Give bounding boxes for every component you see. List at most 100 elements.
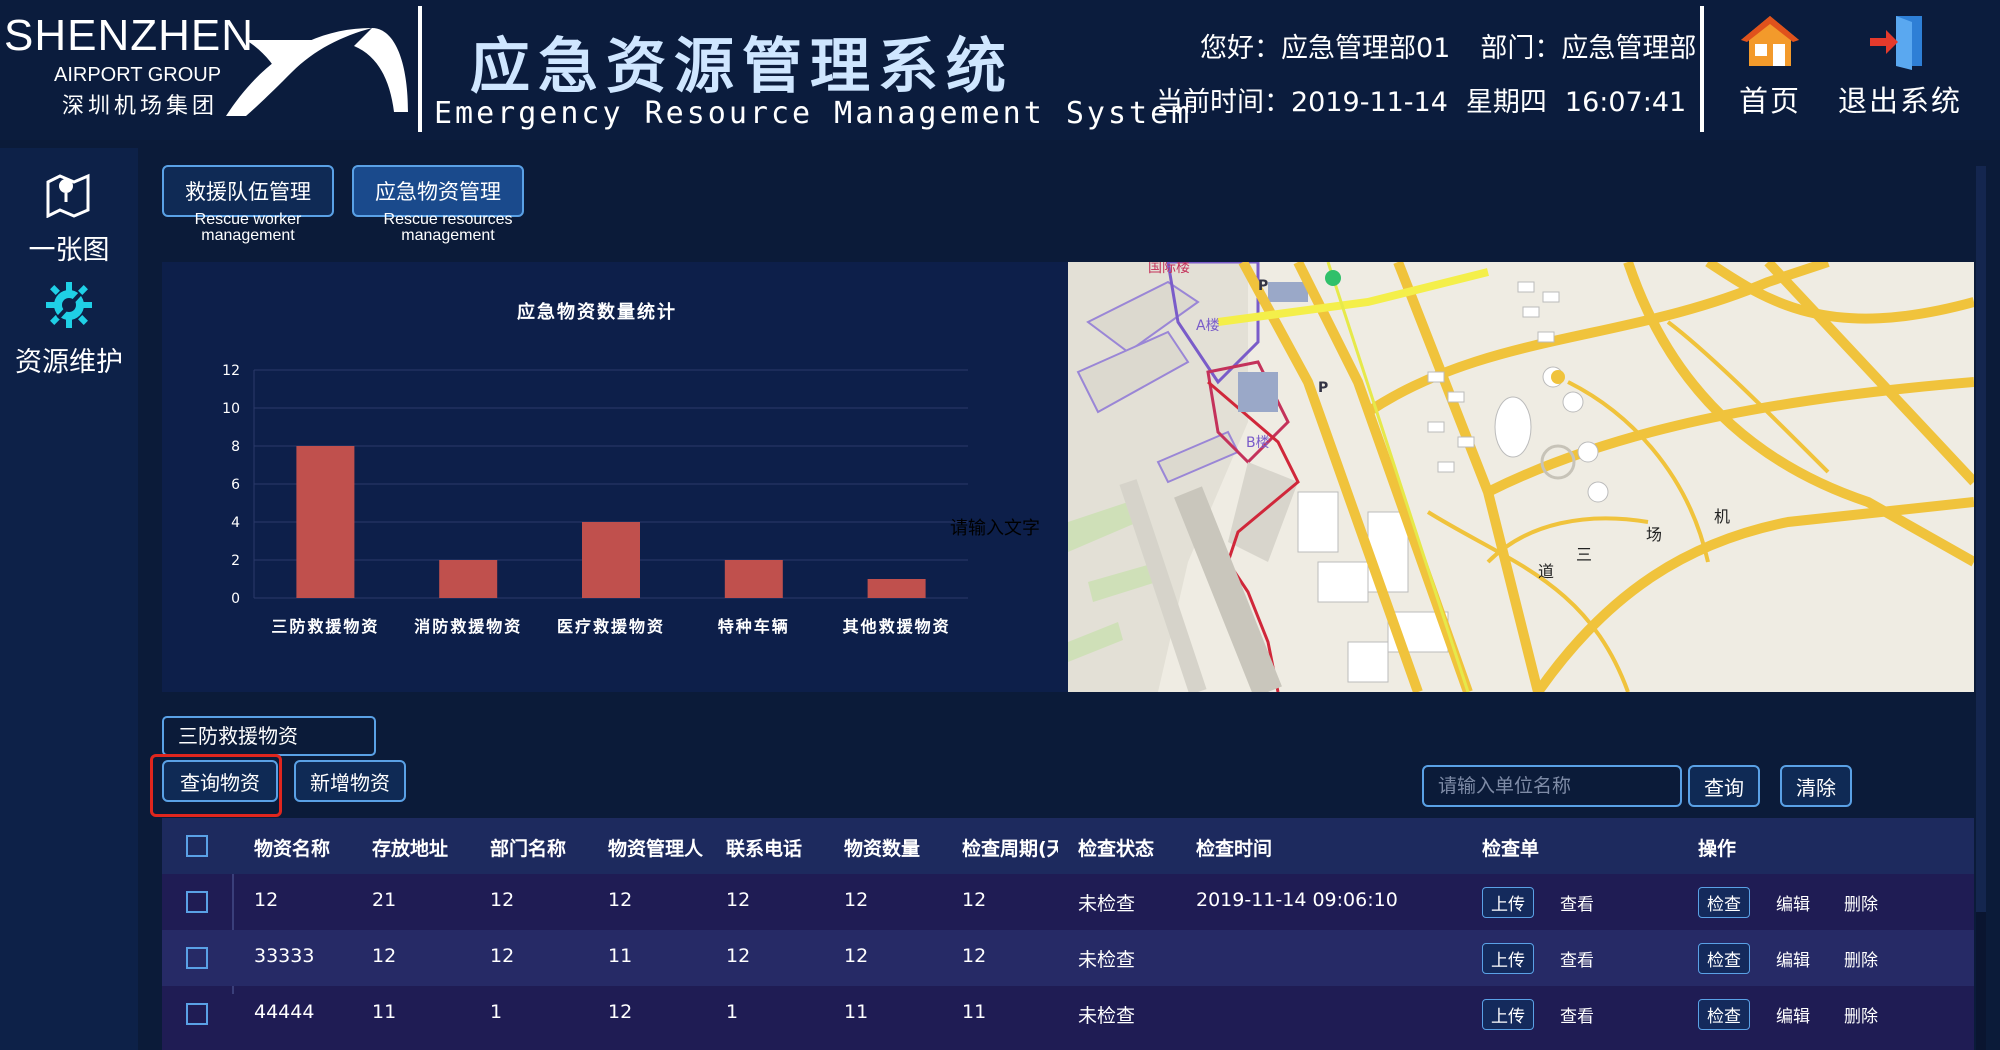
clear-button[interactable]: 清除 [1780, 765, 1852, 807]
chart-bar[interactable] [724, 560, 783, 598]
tab-sub-line1: Rescue resources [383, 211, 513, 228]
weekday-text: 星期四 [1465, 87, 1547, 118]
delete-link[interactable]: 删除 [1844, 946, 1878, 971]
table-cell: 12 [490, 889, 515, 911]
home-label: 首页 [1738, 84, 1801, 118]
map-label: 三 [1576, 545, 1592, 564]
button-label: 清除 [1796, 775, 1836, 800]
search-button[interactable]: 查询 [1688, 765, 1760, 807]
view-link[interactable]: 查看 [1560, 890, 1594, 915]
department-text: 部门：应急管理部 [1480, 33, 1697, 64]
column-header: 物资管理人 [608, 838, 704, 860]
y-tick-label: 6 [231, 477, 240, 493]
chart-bar[interactable] [867, 579, 926, 598]
row-checkbox[interactable] [186, 947, 208, 969]
tab-sub-line2: management [201, 227, 295, 244]
chart-bar[interactable] [582, 522, 640, 598]
table-cell: 未检查 [1078, 1005, 1136, 1027]
x-tick-label: 特种车辆 [718, 617, 790, 636]
tab-sub-label: Rescue worker management [162, 212, 334, 244]
map-label: B楼 [1246, 435, 1270, 451]
current-time: 当前时间：2019-11-14 星期四 16:07:41 [1156, 80, 1704, 119]
x-tick-label: 医疗救援物资 [557, 617, 665, 636]
add-resource-button[interactable]: 新增物资 [294, 760, 406, 802]
exit-label: 退出系统 [1838, 84, 1963, 118]
view-link[interactable]: 查看 [1560, 1002, 1594, 1027]
edit-link[interactable]: 编辑 [1776, 946, 1810, 971]
tab-rescue-workers[interactable]: 救援队伍管理 [162, 165, 334, 217]
system-title: 应急资源管理系统 [470, 32, 1014, 102]
check-button[interactable]: 检查 [1698, 887, 1750, 918]
table-cell: 12 [962, 945, 987, 967]
check-button[interactable]: 检查 [1698, 999, 1750, 1030]
map-canvas: 国际楼 A楼 B楼 道 三 场 机 P P [1068, 262, 1974, 692]
table-cell: 12 [490, 945, 515, 967]
tab-label: 救援队伍管理 [185, 180, 311, 204]
scrollbar-thumb[interactable] [1976, 912, 1986, 1050]
edit-link[interactable]: 编辑 [1776, 890, 1810, 915]
table-row[interactable]: 44444 11 1 12 1 11 11 未检查 上传 查看 检查 编辑 删除 [162, 986, 1974, 1042]
table-row[interactable]: 12 21 12 12 12 12 12 未检查 2019-11-14 09:0… [162, 874, 1974, 930]
table-cell: 1 [490, 1001, 503, 1023]
delete-link[interactable]: 删除 [1844, 890, 1878, 915]
select-all-checkbox[interactable] [186, 835, 208, 857]
tab-sub-label: Rescue resources management [362, 212, 534, 244]
table-cell: 21 [372, 889, 397, 911]
y-tick-label: 2 [231, 553, 240, 569]
table-cell: 未检查 [1078, 893, 1136, 915]
parking-icon: P [1318, 380, 1328, 396]
sidebar-item-map[interactable]: 一张图 [0, 168, 138, 267]
chart-bar[interactable] [439, 560, 498, 598]
row-checkbox[interactable] [186, 1003, 208, 1025]
table-cell: 12 [726, 945, 751, 967]
chart-bar[interactable] [296, 446, 355, 598]
greeting-text: 您好：应急管理部01 [1200, 33, 1451, 64]
category-selector[interactable]: 三防救援物资 [162, 716, 376, 756]
tab-rescue-resources[interactable]: 应急物资管理 [352, 165, 524, 217]
upload-button[interactable]: 上传 [1482, 999, 1534, 1030]
map-icon [46, 173, 90, 219]
button-label: 新增物资 [310, 770, 390, 795]
check-button[interactable]: 检查 [1698, 943, 1750, 974]
table-cell: 12 [962, 889, 987, 911]
table-cell: 12 [608, 889, 633, 911]
clock-text: 16:07:41 [1564, 87, 1687, 118]
exit-door-icon [1870, 16, 1922, 70]
upload-button[interactable]: 上传 [1482, 887, 1534, 918]
home-icon [1741, 16, 1799, 66]
column-header: 部门名称 [490, 838, 567, 860]
map-placeholder-text: 请输入文字 [950, 518, 1040, 539]
map-label: 道 [1538, 562, 1554, 581]
table-cell: 12 [844, 945, 869, 967]
table-cell: 2019-11-14 09:06:10 [1196, 889, 1398, 911]
table-header: 物资名称 存放地址 部门名称 物资管理人 联系电话 物资数量 检查周期(天 检查… [162, 818, 1974, 874]
airport-map[interactable]: 国际楼 A楼 B楼 道 三 场 机 P P [1068, 262, 1974, 692]
table-cell: 11 [844, 1001, 869, 1023]
header-divider-right [1700, 6, 1704, 132]
column-header: 检查周期(天 [962, 838, 1058, 860]
unit-search-input[interactable] [1422, 765, 1682, 807]
upload-button[interactable]: 上传 [1482, 943, 1534, 974]
home-button[interactable]: 首页 [1730, 12, 1810, 120]
column-header: 检查状态 [1078, 838, 1155, 860]
table-cell: 12 [254, 889, 279, 911]
sidebar-item-resource-maintenance[interactable]: 资源维护 [0, 280, 138, 379]
logo-sub-en: AIRPORT GROUP [54, 64, 222, 86]
view-link[interactable]: 查看 [1560, 946, 1594, 971]
column-header: 检查单 [1482, 838, 1540, 860]
exit-button[interactable]: 退出系统 [1838, 12, 1960, 120]
table-cell: 11 [962, 1001, 987, 1023]
edit-link[interactable]: 编辑 [1776, 1002, 1810, 1027]
map-label: 机 [1714, 507, 1730, 526]
header-divider [418, 6, 422, 132]
map-marker-icon[interactable] [1325, 270, 1341, 286]
sidebar: 一张图 资源维护 [0, 148, 138, 1050]
table-row[interactable]: 33333 12 12 11 12 12 12 未检查 上传 查看 检查 编辑 … [162, 930, 1974, 986]
column-header: 操作 [1698, 838, 1737, 860]
delete-link[interactable]: 删除 [1844, 1002, 1878, 1027]
company-logo: SHENZHEN AIRPORT GROUP 深圳机场集团 [4, 14, 254, 120]
row-checkbox[interactable] [186, 891, 208, 913]
highlight-box [150, 754, 282, 817]
x-tick-label: 其他救援物资 [843, 617, 951, 636]
table-cell: 12 [726, 889, 751, 911]
